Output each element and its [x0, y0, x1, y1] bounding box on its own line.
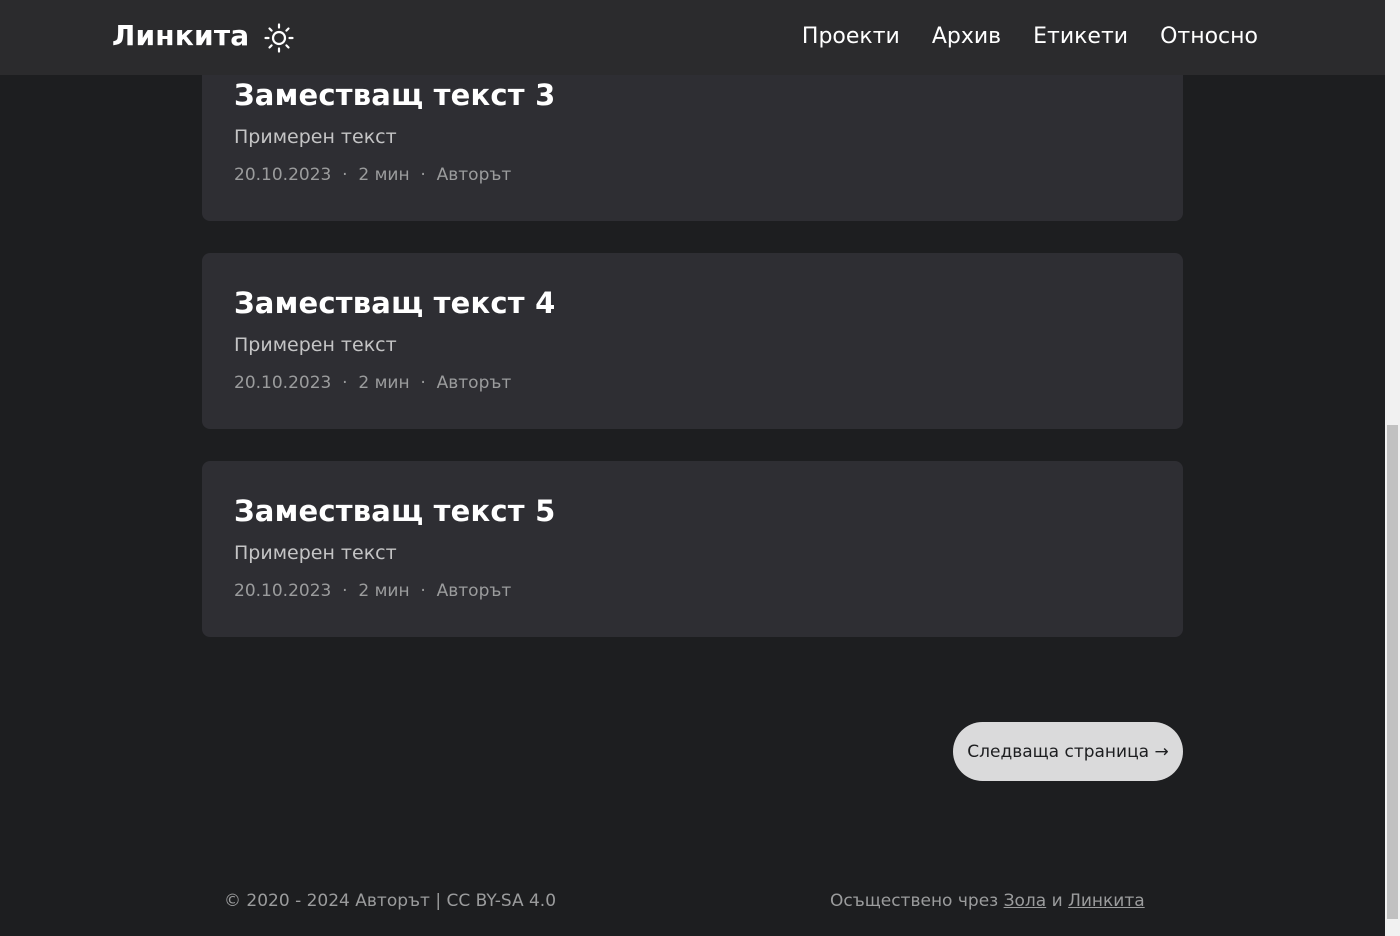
post-summary: Примерен текст: [234, 542, 397, 564]
footer-powered-by: Осъществено чрез Зола и Линкита: [830, 891, 1145, 911]
post-card[interactable]: Заместващ текст 4 Примерен текст 20.10.2…: [202, 253, 1183, 429]
post-meta: 20.10.2023 · 2 мин · Авторът: [234, 373, 512, 393]
post-author: Авторът: [436, 165, 512, 185]
post-meta: 20.10.2023 · 2 мин · Авторът: [234, 165, 512, 185]
main-nav: Проекти Архив Етикети Относно: [802, 24, 1258, 49]
scrollbar-thumb[interactable]: [1387, 425, 1398, 919]
nav-archive[interactable]: Архив: [932, 24, 1001, 49]
nav-tags[interactable]: Етикети: [1033, 24, 1128, 49]
site-header: Линкита Проекти Архив Етикети Относно: [0, 0, 1385, 75]
post-author: Авторът: [436, 373, 512, 393]
nav-about[interactable]: Относно: [1160, 24, 1258, 49]
post-date: 20.10.2023: [234, 373, 332, 393]
powered-prefix: Осъществено чрез: [830, 891, 1004, 911]
post-reading-time: 2 мин: [358, 373, 410, 393]
linkita-link[interactable]: Линкита: [1068, 891, 1145, 911]
sun-icon[interactable]: [264, 23, 294, 53]
site-logo[interactable]: Линкита: [112, 19, 249, 52]
post-date: 20.10.2023: [234, 581, 332, 601]
powered-and: и: [1046, 891, 1069, 911]
nav-projects[interactable]: Проекти: [802, 24, 900, 49]
post-summary: Примерен текст: [234, 126, 397, 148]
post-title: Заместващ текст 4: [234, 286, 556, 320]
post-card[interactable]: Заместващ текст 5 Примерен текст 20.10.2…: [202, 461, 1183, 637]
post-summary: Примерен текст: [234, 334, 397, 356]
footer-copyright: © 2020 - 2024 Авторът | CC BY-SA 4.0: [224, 891, 557, 911]
post-author: Авторът: [436, 581, 512, 601]
post-date: 20.10.2023: [234, 165, 332, 185]
next-page-button[interactable]: Следваща страница →: [953, 722, 1183, 781]
page: Линкита Проекти Архив Етикети Относно За…: [0, 0, 1400, 936]
vertical-scrollbar[interactable]: [1385, 0, 1400, 936]
post-title: Заместващ текст 5: [234, 494, 556, 528]
post-title: Заместващ текст 3: [234, 78, 556, 112]
post-meta: 20.10.2023 · 2 мин · Авторът: [234, 581, 512, 601]
post-reading-time: 2 мин: [358, 581, 410, 601]
post-reading-time: 2 мин: [358, 165, 410, 185]
zola-link[interactable]: Зола: [1004, 891, 1047, 911]
